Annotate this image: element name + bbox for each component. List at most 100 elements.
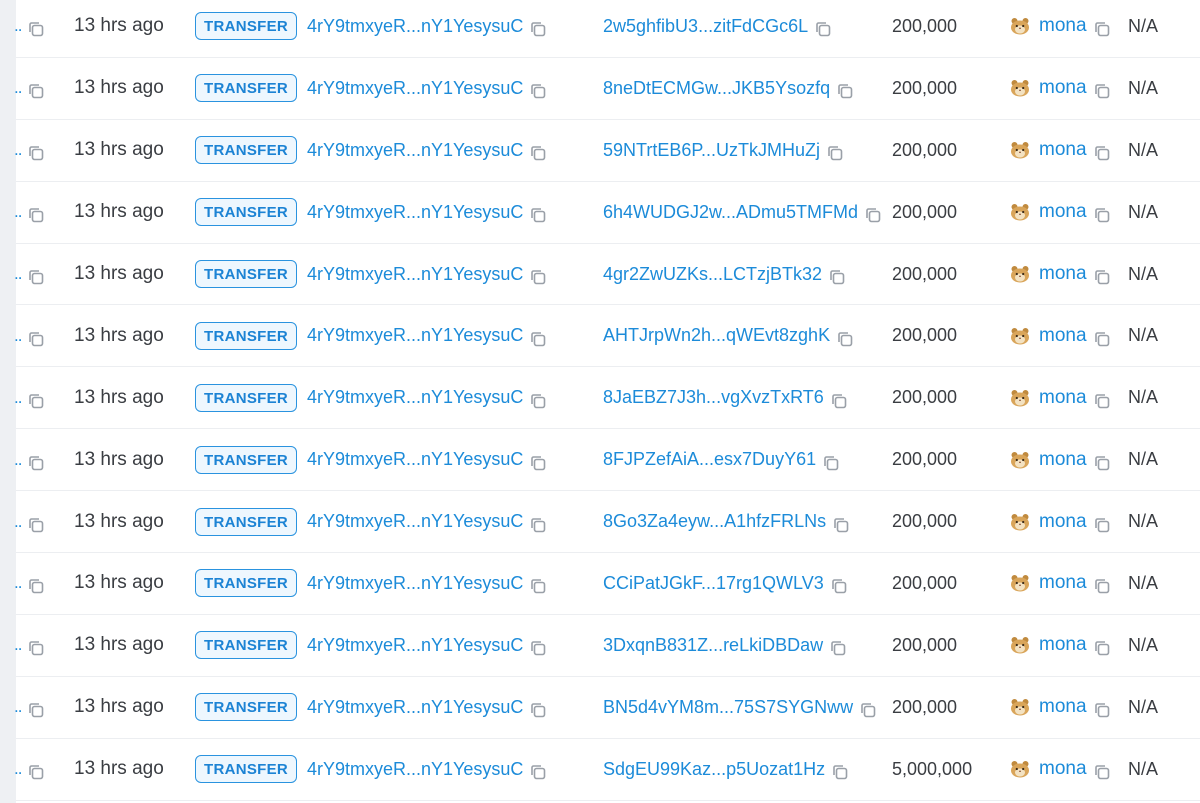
token-link[interactable]: mona (1039, 634, 1087, 656)
from-address-link[interactable]: 4rY9tmxyeR...nY1YesysuC (307, 325, 523, 346)
copy-icon[interactable] (27, 392, 45, 410)
copy-icon[interactable] (831, 763, 849, 781)
copy-icon[interactable] (27, 516, 45, 534)
to-address-link[interactable]: 3DxqnB831Z...reLkiDBDaw (603, 635, 823, 656)
token-link[interactable]: mona (1039, 572, 1087, 594)
copy-icon[interactable] (27, 268, 45, 286)
copy-icon[interactable] (529, 144, 547, 162)
copy-icon[interactable] (27, 330, 45, 348)
copy-icon[interactable] (1093, 701, 1111, 719)
copy-icon[interactable] (830, 392, 848, 410)
copy-icon[interactable] (27, 454, 45, 472)
copy-icon[interactable] (1093, 20, 1111, 38)
copy-icon[interactable] (1093, 330, 1111, 348)
token-link[interactable]: mona (1039, 387, 1087, 409)
token-link[interactable]: mona (1039, 263, 1087, 285)
signature-link[interactable]: .. (14, 697, 23, 717)
copy-icon[interactable] (836, 82, 854, 100)
signature-link[interactable]: .. (14, 450, 23, 470)
from-address-link[interactable]: 4rY9tmxyeR...nY1YesysuC (307, 635, 523, 656)
token-link[interactable]: mona (1039, 77, 1087, 99)
from-address-link[interactable]: 4rY9tmxyeR...nY1YesysuC (307, 387, 523, 408)
to-address-link[interactable]: 59NTrtEB6P...UzTkJMHuZj (603, 140, 820, 161)
to-address-link[interactable]: AHTJrpWn2h...qWEvt8zghK (603, 325, 830, 346)
copy-icon[interactable] (529, 763, 547, 781)
copy-icon[interactable] (1093, 206, 1111, 224)
to-address-link[interactable]: 8FJPZefAiA...esx7DuyY61 (603, 449, 816, 470)
copy-icon[interactable] (529, 82, 547, 100)
copy-icon[interactable] (1093, 82, 1111, 100)
copy-icon[interactable] (27, 763, 45, 781)
token-link[interactable]: mona (1039, 139, 1087, 161)
to-address-link[interactable]: 8neDtECMGw...JKB5Ysozfq (603, 78, 830, 99)
copy-icon[interactable] (529, 206, 547, 224)
from-address-link[interactable]: 4rY9tmxyeR...nY1YesysuC (307, 573, 523, 594)
signature-link[interactable]: .. (14, 326, 23, 346)
from-address-link[interactable]: 4rY9tmxyeR...nY1YesysuC (307, 759, 523, 780)
token-link[interactable]: mona (1039, 325, 1087, 347)
copy-icon[interactable] (836, 330, 854, 348)
copy-icon[interactable] (529, 639, 547, 657)
signature-link[interactable]: .. (14, 573, 23, 593)
from-address-link[interactable]: 4rY9tmxyeR...nY1YesysuC (307, 202, 523, 223)
copy-icon[interactable] (27, 82, 45, 100)
signature-link[interactable]: .. (14, 78, 23, 98)
to-address-link[interactable]: 8JaEBZ7J3h...vgXvzTxRT6 (603, 387, 824, 408)
copy-icon[interactable] (864, 206, 882, 224)
copy-icon[interactable] (529, 577, 547, 595)
copy-icon[interactable] (27, 144, 45, 162)
to-address-link[interactable]: 2w5ghfibU3...zitFdCGc6L (603, 16, 808, 37)
signature-link[interactable]: .. (14, 512, 23, 532)
from-address-link[interactable]: 4rY9tmxyeR...nY1YesysuC (307, 264, 523, 285)
from-address-link[interactable]: 4rY9tmxyeR...nY1YesysuC (307, 78, 523, 99)
token-link[interactable]: mona (1039, 758, 1087, 780)
copy-icon[interactable] (1093, 454, 1111, 472)
to-address-link[interactable]: BN5d4vYM8m...75S7SYGNww (603, 697, 853, 718)
from-address-link[interactable]: 4rY9tmxyeR...nY1YesysuC (307, 511, 523, 532)
copy-icon[interactable] (27, 577, 45, 595)
copy-icon[interactable] (529, 330, 547, 348)
copy-icon[interactable] (27, 206, 45, 224)
to-address-link[interactable]: 4gr2ZwUZKs...LCTzjBTk32 (603, 264, 822, 285)
to-address-link[interactable]: 6h4WUDGJ2w...ADmu5TMFMd (603, 202, 858, 223)
copy-icon[interactable] (1093, 763, 1111, 781)
copy-icon[interactable] (529, 454, 547, 472)
copy-icon[interactable] (829, 639, 847, 657)
copy-icon[interactable] (1093, 144, 1111, 162)
signature-link[interactable]: .. (14, 388, 23, 408)
copy-icon[interactable] (1093, 392, 1111, 410)
signature-link[interactable]: .. (14, 16, 23, 36)
signature-link[interactable]: .. (14, 635, 23, 655)
copy-icon[interactable] (859, 701, 877, 719)
copy-icon[interactable] (1093, 639, 1111, 657)
copy-icon[interactable] (828, 268, 846, 286)
signature-link[interactable]: .. (14, 759, 23, 779)
token-link[interactable]: mona (1039, 15, 1087, 37)
copy-icon[interactable] (27, 20, 45, 38)
copy-icon[interactable] (830, 577, 848, 595)
copy-icon[interactable] (1093, 268, 1111, 286)
copy-icon[interactable] (1093, 577, 1111, 595)
from-address-link[interactable]: 4rY9tmxyeR...nY1YesysuC (307, 449, 523, 470)
token-link[interactable]: mona (1039, 696, 1087, 718)
copy-icon[interactable] (832, 516, 850, 534)
token-link[interactable]: mona (1039, 449, 1087, 471)
copy-icon[interactable] (822, 454, 840, 472)
copy-icon[interactable] (27, 639, 45, 657)
copy-icon[interactable] (826, 144, 844, 162)
signature-link[interactable]: .. (14, 202, 23, 222)
copy-icon[interactable] (529, 20, 547, 38)
to-address-link[interactable]: CCiPatJGkF...17rg1QWLV3 (603, 573, 824, 594)
copy-icon[interactable] (814, 20, 832, 38)
signature-link[interactable]: .. (14, 140, 23, 160)
from-address-link[interactable]: 4rY9tmxyeR...nY1YesysuC (307, 16, 523, 37)
to-address-link[interactable]: 8Go3Za4eyw...A1hfzFRLNs (603, 511, 826, 532)
copy-icon[interactable] (529, 516, 547, 534)
token-link[interactable]: mona (1039, 511, 1087, 533)
copy-icon[interactable] (529, 268, 547, 286)
copy-icon[interactable] (529, 701, 547, 719)
to-address-link[interactable]: SdgEU99Kaz...p5Uozat1Hz (603, 759, 825, 780)
signature-link[interactable]: .. (14, 264, 23, 284)
copy-icon[interactable] (1093, 516, 1111, 534)
copy-icon[interactable] (529, 392, 547, 410)
